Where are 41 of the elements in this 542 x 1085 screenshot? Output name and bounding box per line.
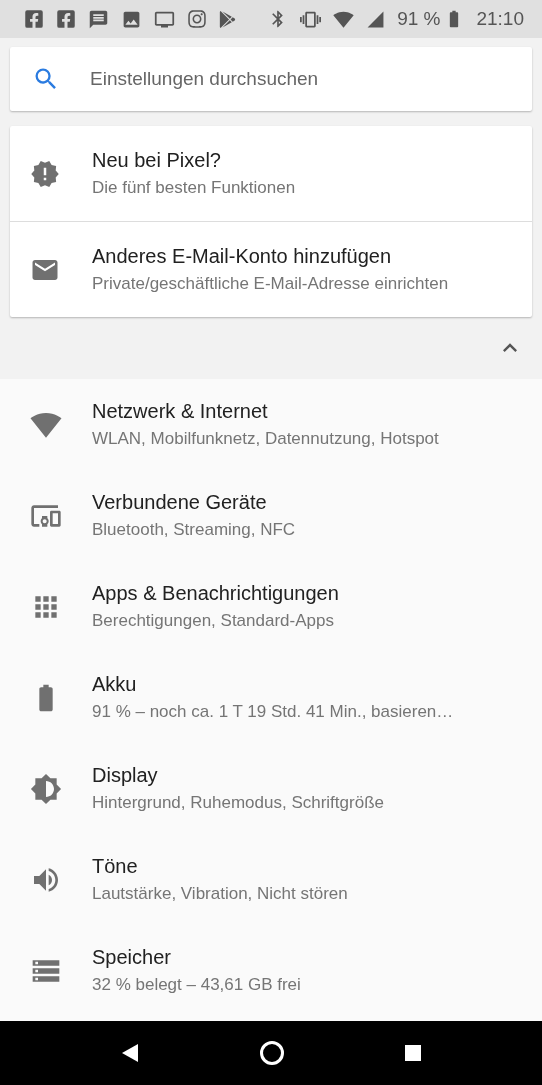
play-store-icon — [219, 10, 236, 28]
suggestion-item[interactable]: Anderes E-Mail-Konto hinzufügen Private/geschäftliche E-Mail-Adresse einrichten — [10, 221, 532, 317]
settings-title: Akku — [92, 673, 138, 696]
suggestion-title: Neu bei Pixel? — [92, 149, 222, 172]
settings-title: Verbundene Geräte — [92, 491, 268, 514]
facebook-icon — [56, 9, 76, 29]
recents-button[interactable] — [404, 1044, 423, 1062]
settings-item[interactable]: Verbundene Geräte Bluetooth, Streaming, NFC — [0, 470, 542, 561]
settings-subtitle: Lautstärke, Vibration, Nicht stören — [92, 884, 348, 904]
suggestion-item[interactable]: Neu bei Pixel? Die fünf besten Funktionen — [10, 126, 532, 221]
settings-item[interactable]: Display Hintergrund, Ruhemodus, Schriftgröße — [0, 743, 542, 834]
settings-title: Netzwerk & Internet — [92, 400, 269, 423]
search-bar[interactable]: Einstellungen durchsuchen — [10, 47, 532, 111]
brightness-icon — [30, 772, 62, 805]
message-icon — [88, 8, 109, 30]
settings-item[interactable]: Akku 91 % – noch ca. 1 T 19 Std. 41 Min., basieren… — [0, 652, 542, 743]
settings-subtitle: Berechtigungen, Standard-Apps — [92, 611, 335, 631]
suggestion-subtitle: Die fünf besten Funktionen — [92, 178, 296, 198]
home-button[interactable] — [259, 1040, 285, 1066]
settings-title: Apps & Benachrichtigungen — [92, 582, 339, 605]
signal-icon — [366, 9, 386, 29]
settings-subtitle: WLAN, Mobilfunknetz, Datennutzung, Hotspot — [92, 429, 439, 449]
instagram-icon — [187, 9, 207, 29]
settings-subtitle: Hintergrund, Ruhemodus, Schriftgröße — [92, 793, 384, 813]
battery-percent: 91 % — [397, 8, 441, 30]
settings-item[interactable]: Apps & Benachrichtigungen Berechtigungen, Standard-Apps — [0, 561, 542, 652]
suggestion-title: Anderes E-Mail-Konto hinzufügen — [92, 245, 393, 268]
search-field[interactable]: Einstellungen durchsuchen — [88, 67, 510, 91]
settings-subtitle: 32 % belegt – 43,61 GB frei — [92, 975, 301, 995]
settings-item[interactable]: Töne Lautstärke, Vibration, Nicht stören — [0, 834, 542, 925]
settings-subtitle: 91 % – noch ca. 1 T 19 Std. 41 Min., basieren… — [92, 702, 454, 722]
suggestion-subtitle: Private/geschäftliche E-Mail-Adresse einrichten — [92, 274, 449, 294]
facebook-icon — [24, 9, 44, 29]
clock: 21:10 — [476, 8, 524, 30]
settings-title: Display — [92, 764, 159, 787]
settings-subtitle: Bluetooth, Streaming, NFC — [92, 520, 296, 540]
settings-item[interactable]: Netzwerk & Internet WLAN, Mobilfunknetz, Datennutzung, Hotspot — [0, 379, 542, 470]
settings-item[interactable]: Speicher 32 % belegt – 43,61 GB frei — [0, 925, 542, 1016]
alert-badge-icon — [30, 158, 60, 189]
settings-title: Speicher — [92, 946, 172, 969]
settings-title: Töne — [92, 855, 139, 878]
